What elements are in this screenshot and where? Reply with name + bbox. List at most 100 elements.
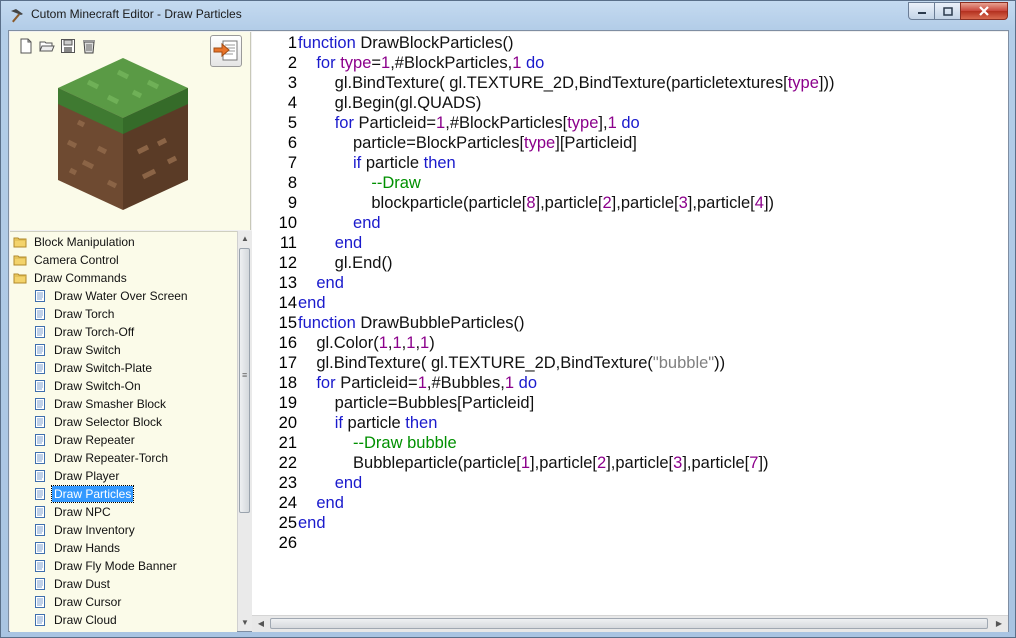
line-number: 1 [287, 34, 297, 52]
tree-item[interactable]: Draw Switch [10, 341, 237, 359]
tree-item[interactable]: Draw Smasher Block [10, 395, 237, 413]
code-line[interactable]: particle=Bubbles[Particleid] [298, 393, 534, 413]
code-line[interactable]: end [298, 273, 344, 293]
code-line[interactable]: end [298, 493, 344, 513]
code-token: 1 [378, 334, 388, 352]
code-line[interactable]: function DrawBlockParticles() [298, 33, 514, 53]
line-number: 17 [278, 354, 297, 372]
code-line[interactable]: if particle then [298, 413, 438, 433]
tree-item[interactable]: Draw Switch-On [10, 377, 237, 395]
code-token: Particleid= [353, 114, 437, 132]
title-bar[interactable]: Cutom Minecraft Editor - Draw Particles [1, 1, 1015, 29]
code-token: ,#BlockParticles, [390, 54, 513, 72]
code-token: gl.Color( [298, 334, 379, 352]
code-line[interactable]: for Particleid=1,#Bubbles,1 do [298, 373, 537, 393]
tree-scrollbar[interactable]: ▲ ≡ ▼ [237, 231, 252, 631]
tree-item-label: Draw Switch-On [54, 379, 141, 393]
code-token: end [334, 234, 363, 252]
code-line[interactable]: end [298, 513, 326, 533]
code-line[interactable]: if particle then [298, 153, 456, 173]
horizontal-scrollbar[interactable]: ◀ ▶ [252, 615, 1008, 632]
line-number: 11 [279, 234, 297, 252]
document-icon [33, 289, 47, 303]
code-token: 1 [504, 374, 515, 392]
code-token: gl.BindTexture( gl.TEXTURE_2D,BindTextur… [298, 354, 653, 372]
code-line[interactable]: gl.BindTexture( gl.TEXTURE_2D,BindTextur… [298, 353, 725, 373]
code-line[interactable]: end [298, 293, 326, 313]
scroll-left-icon[interactable]: ◀ [254, 616, 268, 632]
code-token: 1 [420, 334, 430, 352]
tree-item-label: Draw Dust [54, 577, 111, 591]
code-line[interactable]: blockparticle(particle[8],particle[2],pa… [298, 193, 774, 213]
folder-icon [13, 235, 27, 249]
tree-folder[interactable]: Block Manipulation [10, 233, 237, 251]
export-button[interactable] [210, 35, 242, 67]
line-number: 22 [278, 454, 297, 472]
code-token: then [405, 414, 438, 432]
tree-item[interactable]: Draw Player [10, 467, 237, 485]
scroll-right-icon[interactable]: ▶ [992, 616, 1006, 632]
tree-folder[interactable]: Draw Commands [10, 269, 237, 287]
horizontal-scroll-thumb[interactable] [270, 618, 988, 629]
code-line[interactable]: for Particleid=1,#BlockParticles[type],1… [298, 113, 640, 133]
close-button[interactable] [960, 2, 1008, 20]
code-editor[interactable]: 1 2 3 4 5 6 7 8 9 10 11 12 13 14 15 16 17 18 19 20 21 22 23 24 2… [252, 32, 1008, 615]
tree-item[interactable]: Draw Repeater [10, 431, 237, 449]
code-line[interactable]: for type=1,#BlockParticles,1 do [298, 53, 544, 73]
maximize-button[interactable] [934, 2, 961, 20]
tree-item[interactable]: Draw Switch-Plate [10, 359, 237, 377]
tree-item[interactable]: Draw Cloud [10, 611, 237, 629]
code-token: do [518, 374, 538, 392]
tree-item[interactable]: Draw Water Over Screen [10, 287, 237, 305]
code-token: gl.Begin(gl.QUADS) [298, 94, 482, 112]
code-line[interactable]: gl.Begin(gl.QUADS) [298, 93, 482, 113]
code-line[interactable]: gl.Color(1,1,1,1) [298, 333, 434, 353]
tree-item[interactable]: Draw NPC [10, 503, 237, 521]
tree-folder[interactable]: Camera Control [10, 251, 237, 269]
scroll-down-icon[interactable]: ▼ [238, 615, 252, 631]
code-line[interactable]: end [298, 213, 381, 233]
code-token: 3 [673, 454, 683, 472]
code-token: ],particle[ [682, 454, 750, 472]
new-file-icon[interactable] [18, 38, 34, 54]
code-line[interactable]: --Draw [298, 173, 421, 193]
tree-item[interactable]: Draw Fly Mode Banner [10, 557, 237, 575]
tree-item[interactable]: Draw Cursor [10, 593, 237, 611]
tree-item[interactable]: Draw Dust [10, 575, 237, 593]
minimize-button[interactable] [908, 2, 935, 20]
scroll-up-icon[interactable]: ▲ [238, 231, 252, 247]
tree-item[interactable]: Draw Torch-Off [10, 323, 237, 341]
line-number-gutter: 1 2 3 4 5 6 7 8 9 10 11 12 13 14 15 16 17 18 19 20 21 22 23 24 2… [252, 32, 297, 615]
code-line[interactable]: end [298, 473, 363, 493]
code-token: type [567, 114, 599, 132]
document-icon [33, 433, 47, 447]
tree-item[interactable]: Draw Hands [10, 539, 237, 557]
code-token: for [316, 374, 336, 392]
code-line[interactable]: end [298, 233, 363, 253]
tree-item[interactable]: Draw Torch [10, 305, 237, 323]
tree-scroll-thumb[interactable]: ≡ [239, 248, 250, 513]
code-token: end [334, 474, 363, 492]
code-line[interactable]: Bubbleparticle(particle[1],particle[2],p… [298, 453, 769, 473]
line-number: 21 [278, 434, 297, 452]
code-line[interactable]: --Draw bubble [298, 433, 457, 453]
tree-item-label: Draw Water Over Screen [54, 289, 188, 303]
tree-item[interactable]: Draw Selector Block [10, 413, 237, 431]
tree-item[interactable]: Draw Repeater-Torch [10, 449, 237, 467]
code-line[interactable]: particle=BlockParticles[type][Particleid… [298, 133, 637, 153]
tree-item[interactable]: Draw Particles [10, 485, 237, 503]
code-line[interactable]: function DrawBubbleParticles() [298, 313, 525, 333]
tree-item[interactable]: Draw Inventory [10, 521, 237, 539]
code-line[interactable]: gl.End() [298, 253, 393, 273]
line-number: 24 [278, 494, 297, 512]
close-icon [979, 6, 989, 16]
code-token: ], [598, 114, 608, 132]
code-token: 2 [597, 454, 607, 472]
code-line[interactable]: gl.BindTexture( gl.TEXTURE_2D,BindTextur… [298, 73, 835, 93]
line-number: 9 [287, 194, 297, 212]
